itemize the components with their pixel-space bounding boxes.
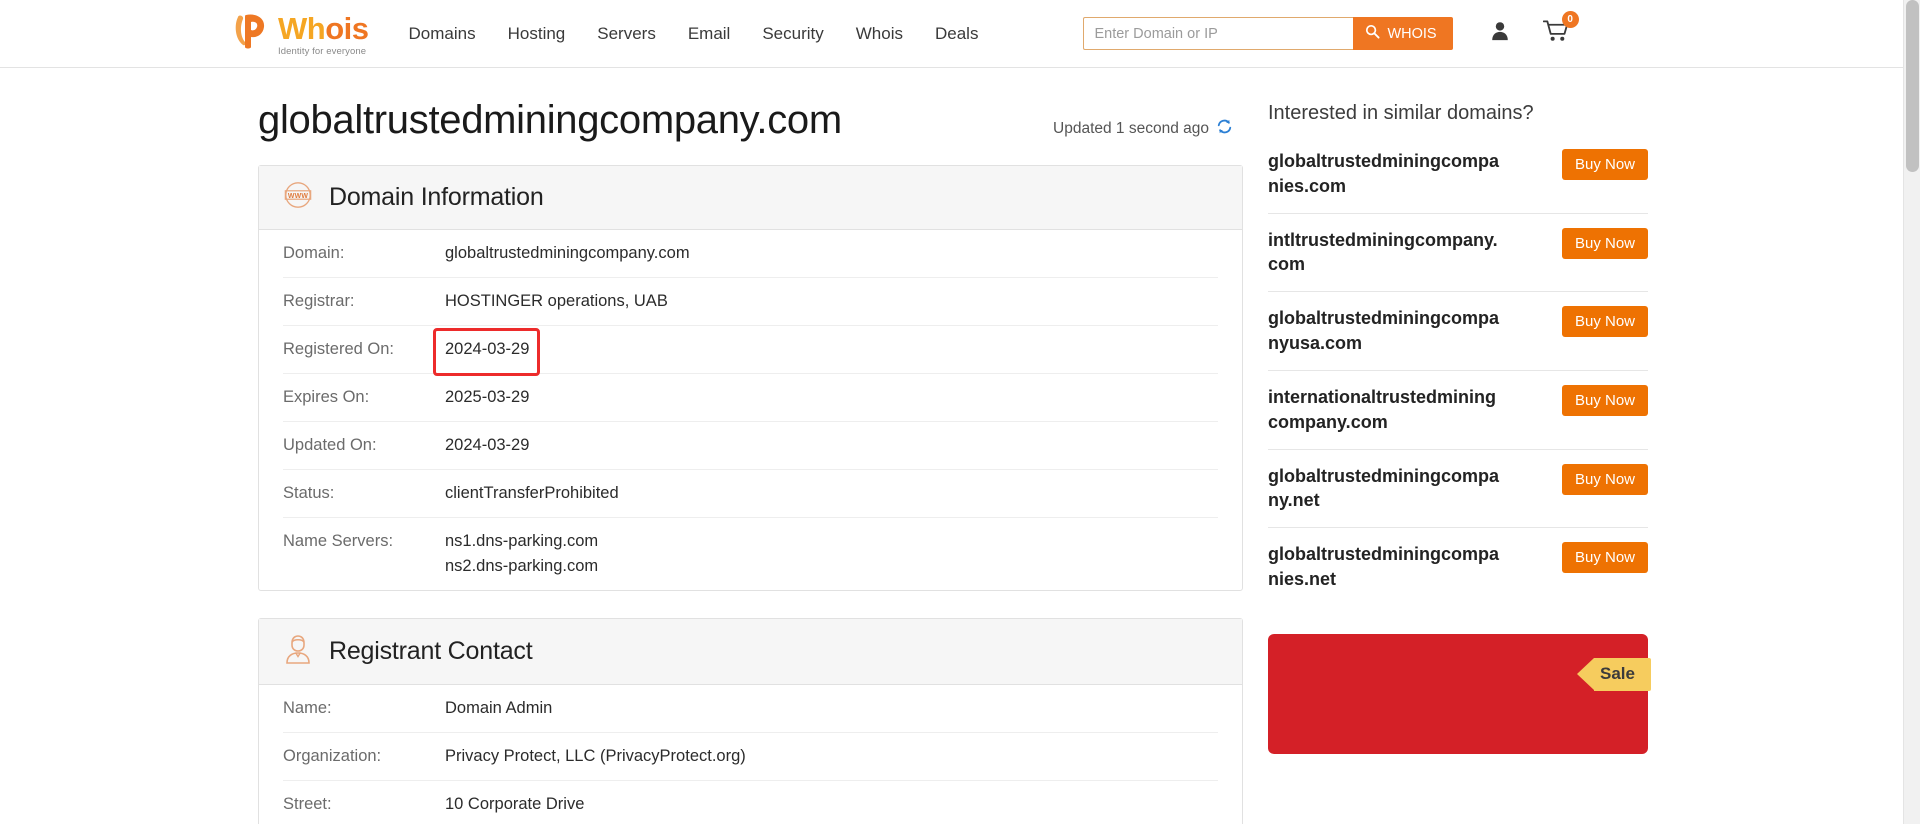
table-row: Organization: Privacy Protect, LLC (Priv…	[283, 733, 1218, 781]
primary-nav: Domains Hosting Servers Email Security W…	[409, 24, 979, 44]
similar-domain-name[interactable]: globaltrustedminingcompanies.com	[1268, 149, 1500, 199]
row-label: Domain:	[283, 244, 345, 262]
updated-status: Updated 1 second ago	[1053, 118, 1233, 140]
buy-now-button[interactable]: Buy Now	[1561, 306, 1648, 338]
row-value: Privacy Protect, LLC (PrivacyProtect.org…	[445, 747, 746, 765]
row-value: globaltrustedminingcompany.com	[445, 244, 690, 262]
similar-domain-name[interactable]: globaltrustedminingcompany.net	[1268, 464, 1500, 514]
registrant-contact-title: Registrant Contact	[329, 637, 533, 665]
registrant-contact-body: Name: Domain Admin Organization: Privacy…	[259, 685, 1242, 824]
site-header: Whois Identity for everyone Domains Host…	[0, 0, 1920, 68]
table-row: Updated On: 2024-03-29	[283, 422, 1218, 470]
title-row: globaltrustedminingcompany.com Updated 1…	[258, 98, 1243, 143]
similar-domain-name[interactable]: intltrustedminingcompany.com	[1268, 228, 1500, 278]
domain-information-title: Domain Information	[329, 183, 544, 211]
similar-domain-name[interactable]: globaltrustedminingcompanyusa.com	[1268, 306, 1500, 356]
nav-item-deals[interactable]: Deals	[935, 24, 978, 44]
domain-information-card: WWW Domain Information Domain: globaltru…	[258, 165, 1243, 591]
registered-on-value-highlighted: 2024-03-29	[432, 328, 541, 376]
row-value: 2025-03-29	[445, 388, 530, 406]
sale-label: Sale	[1594, 657, 1651, 691]
nav-item-hosting[interactable]: Hosting	[508, 24, 566, 44]
buy-now-button[interactable]: Buy Now	[1561, 542, 1648, 574]
nav-item-domains[interactable]: Domains	[409, 24, 476, 44]
page-content: globaltrustedminingcompany.com Updated 1…	[0, 68, 1920, 824]
table-row: Street: 10 Corporate Drive	[283, 781, 1218, 824]
row-value: 10 Corporate Drive	[445, 795, 585, 813]
buy-now-button[interactable]: Buy Now	[1561, 227, 1648, 259]
page-scrollbar[interactable]	[1903, 0, 1920, 824]
sale-promo-banner[interactable]: Sale	[1268, 633, 1651, 754]
cart-button[interactable]: 0	[1542, 11, 1579, 48]
buy-now-button[interactable]: Buy Now	[1561, 384, 1648, 416]
www-stamp-icon: WWW	[283, 180, 313, 215]
similar-domain-name[interactable]: internationaltrustedminingcompany.com	[1268, 385, 1500, 435]
nav-item-email[interactable]: Email	[688, 24, 731, 44]
nav-item-security[interactable]: Security	[762, 24, 823, 44]
row-label: Registrar:	[283, 292, 355, 310]
table-row: Expires On: 2025-03-29	[283, 374, 1218, 422]
page-title: globaltrustedminingcompany.com	[258, 98, 842, 142]
row-label: Updated On:	[283, 436, 377, 454]
header-icon-group: 0	[1489, 11, 1579, 48]
table-row: Status: clientTransferProhibited	[283, 470, 1218, 518]
table-row: Name: Domain Admin	[283, 685, 1218, 733]
logo-wordmark: Whois	[278, 10, 369, 46]
whois-logo-icon	[232, 11, 278, 56]
account-button[interactable]	[1489, 20, 1511, 47]
row-label: Name Servers:	[283, 532, 394, 550]
registrant-contact-header: Registrant Contact	[259, 619, 1242, 685]
domain-information-header: WWW Domain Information	[259, 166, 1242, 230]
svg-text:WWW: WWW	[288, 193, 308, 200]
row-value: clientTransferProhibited	[445, 484, 619, 502]
cart-count-badge: 0	[1561, 11, 1579, 28]
similar-domain-name[interactable]: globaltrustedminingcompanies.net	[1268, 542, 1500, 592]
row-label: Expires On:	[283, 388, 370, 406]
site-logo[interactable]: Whois Identity for everyone	[232, 11, 369, 57]
row-label: Organization:	[283, 747, 382, 765]
row-value: ns1.dns-parking.com ns2.dns-parking.com	[445, 532, 598, 576]
row-value: Domain Admin	[445, 699, 553, 717]
ribbon-tail-icon	[1577, 658, 1595, 691]
updated-status-label: Updated 1 second ago	[1053, 120, 1209, 137]
buy-now-button[interactable]: Buy Now	[1561, 149, 1648, 180]
name-server-2: ns2.dns-parking.com	[445, 557, 599, 575]
sale-ribbon: Sale	[1577, 657, 1651, 691]
buy-now-button[interactable]: Buy Now	[1561, 463, 1648, 495]
row-label: Status:	[283, 484, 335, 502]
row-label: Name:	[283, 699, 332, 717]
registrant-contact-card: Registrant Contact Name: Domain Admin Or…	[258, 618, 1243, 824]
table-row-registered-on: Registered On: 2024-03-29	[283, 326, 1218, 376]
row-label: Registered On:	[283, 340, 394, 358]
list-item: globaltrustedminingcompanies.com Buy Now	[1268, 145, 1648, 214]
list-item: globaltrustedminingcompany.net Buy Now	[1268, 450, 1648, 529]
refresh-icon[interactable]	[1216, 118, 1233, 140]
search-icon	[1365, 24, 1380, 43]
logo-tagline: Identity for everyone	[278, 45, 367, 57]
table-row: Registrar: HOSTINGER operations, UAB	[283, 278, 1218, 326]
scrollbar-thumb[interactable]	[1906, 0, 1919, 172]
name-server-1: ns1.dns-parking.com	[445, 532, 599, 550]
whois-search-button[interactable]: WHOIS	[1353, 17, 1453, 50]
nav-item-servers[interactable]: Servers	[597, 24, 656, 44]
domain-information-body: Domain: globaltrustedminingcompany.com R…	[259, 230, 1242, 590]
table-row: Domain: globaltrustedminingcompany.com	[283, 230, 1218, 278]
list-item: globaltrustedminingcompanyusa.com Buy No…	[1268, 292, 1648, 371]
list-item: internationaltrustedminingcompany.com Bu…	[1268, 371, 1648, 450]
list-item: intltrustedminingcompany.com Buy Now	[1268, 214, 1648, 293]
row-label: Street:	[283, 795, 332, 813]
sidebar-title: Interested in similar domains?	[1268, 102, 1534, 124]
domain-search: WHOIS	[1083, 17, 1453, 50]
search-input[interactable]	[1083, 17, 1354, 50]
list-item: globaltrustedminingcompanies.net Buy Now	[1268, 528, 1648, 606]
table-row-name-servers: Name Servers: ns1.dns-parking.com ns2.dn…	[283, 518, 1218, 590]
nav-item-whois[interactable]: Whois	[856, 24, 903, 44]
row-value: HOSTINGER operations, UAB	[445, 292, 668, 310]
whois-search-button-label: WHOIS	[1387, 25, 1437, 42]
similar-domains-sidebar: Interested in similar domains? globaltru…	[1268, 98, 1651, 824]
registrant-person-icon	[283, 633, 313, 670]
row-value: 2024-03-29	[445, 436, 530, 454]
user-icon	[1489, 20, 1511, 47]
main-column: globaltrustedminingcompany.com Updated 1…	[258, 98, 1243, 824]
